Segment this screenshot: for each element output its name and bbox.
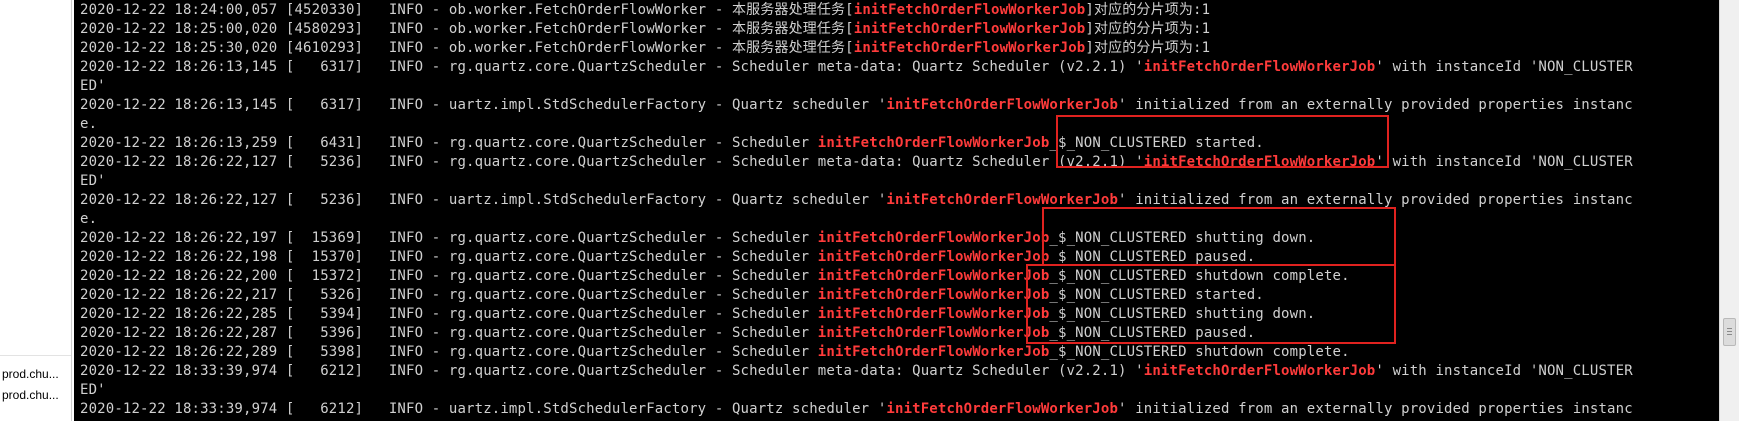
log-text: ' with instanceId 'NON_CLUSTER	[1375, 154, 1633, 170]
highlighted-job-name: initFetchOrderFlowWorkerJob	[853, 40, 1086, 56]
highlighted-job-name: initFetchOrderFlowWorkerJob	[1143, 59, 1376, 75]
log-text: ' initialized from an externally provide…	[1118, 401, 1633, 417]
log-text: e.	[80, 211, 98, 227]
log-text: _$_NON_CLUSTERED shutting down.	[1049, 306, 1316, 322]
log-text: 2020-12-22 18:24:00,057 [4520330] INFO -…	[80, 2, 854, 18]
log-text: _$_NON_CLUSTERED paused.	[1049, 249, 1256, 265]
log-text: 2020-12-22 18:26:13,145 [ 6317] INFO - r…	[80, 59, 1144, 75]
log-line: 2020-12-22 18:26:13,145 [ 6317] INFO - r…	[80, 58, 1715, 77]
log-text: 2020-12-22 18:26:22,127 [ 5236] INFO - r…	[80, 154, 1144, 170]
highlighted-job-name: initFetchOrderFlowWorkerJob	[817, 230, 1050, 246]
log-text: ' with instanceId 'NON_CLUSTER	[1375, 59, 1633, 75]
log-line: 2020-12-22 18:26:22,198 [ 15370] INFO - …	[80, 248, 1715, 267]
highlighted-job-name: initFetchOrderFlowWorkerJob	[853, 21, 1086, 37]
log-line: 2020-12-22 18:26:22,289 [ 5398] INFO - r…	[80, 343, 1715, 362]
log-text: 2020-12-22 18:26:22,200 [ 15372] INFO - …	[80, 268, 818, 284]
log-text: 2020-12-22 18:26:13,259 [ 6431] INFO - r…	[80, 135, 818, 151]
log-text: 2020-12-22 18:26:22,287 [ 5396] INFO - r…	[80, 325, 818, 341]
log-text: 2020-12-22 18:26:22,197 [ 15369] INFO - …	[80, 230, 818, 246]
log-line: 2020-12-22 18:26:22,287 [ 5396] INFO - r…	[80, 324, 1715, 343]
log-text: 2020-12-22 18:25:30,020 [4610293] INFO -…	[80, 40, 854, 56]
log-text: ED'	[80, 173, 106, 189]
highlighted-job-name: initFetchOrderFlowWorkerJob	[817, 249, 1050, 265]
highlighted-job-name: initFetchOrderFlowWorkerJob	[817, 344, 1050, 360]
log-line: 2020-12-22 18:25:00,020 [4580293] INFO -…	[80, 20, 1715, 39]
log-text: _$_NON_CLUSTERED shutdown complete.	[1049, 268, 1350, 284]
log-text: 2020-12-22 18:33:39,974 [ 6212] INFO - r…	[80, 363, 1144, 379]
log-line: ED'	[80, 381, 1715, 400]
highlighted-job-name: initFetchOrderFlowWorkerJob	[853, 2, 1086, 18]
log-text: _$_NON_CLUSTERED shutting down.	[1049, 230, 1316, 246]
session-item-prod-1[interactable]: prod.chu...	[0, 365, 71, 383]
log-text: _$_NON_CLUSTERED shutdown complete.	[1049, 344, 1350, 360]
log-text: e.	[80, 116, 98, 132]
log-text: 2020-12-22 18:26:22,127 [ 5236] INFO - u…	[80, 192, 887, 208]
log-line: e.	[80, 210, 1715, 229]
log-line: ED'	[80, 172, 1715, 191]
highlighted-job-name: initFetchOrderFlowWorkerJob	[817, 287, 1050, 303]
log-text: ' with instanceId 'NON_CLUSTER	[1375, 363, 1633, 379]
log-text: _$_NON_CLUSTERED paused.	[1049, 325, 1256, 341]
log-text: 2020-12-22 18:26:22,217 [ 5326] INFO - r…	[80, 287, 818, 303]
log-text: 2020-12-22 18:26:22,289 [ 5398] INFO - r…	[80, 344, 818, 360]
log-line: 2020-12-22 18:26:22,200 [ 15372] INFO - …	[80, 267, 1715, 286]
log-text: ED'	[80, 382, 106, 398]
highlighted-job-name: initFetchOrderFlowWorkerJob	[886, 192, 1119, 208]
log-text: _$_NON_CLUSTERED started.	[1049, 135, 1264, 151]
highlighted-job-name: initFetchOrderFlowWorkerJob	[886, 97, 1119, 113]
highlighted-job-name: initFetchOrderFlowWorkerJob	[817, 325, 1050, 341]
grip-line	[1727, 328, 1732, 329]
grip-line	[1727, 334, 1732, 335]
log-text: _$_NON_CLUSTERED started.	[1049, 287, 1264, 303]
grip-line	[1727, 331, 1732, 332]
highlighted-job-name: initFetchOrderFlowWorkerJob	[1143, 363, 1376, 379]
highlighted-job-name: initFetchOrderFlowWorkerJob	[817, 135, 1050, 151]
log-text: ED'	[80, 78, 106, 94]
log-text: ' initialized from an externally provide…	[1118, 192, 1633, 208]
log-line: 2020-12-22 18:26:22,217 [ 5326] INFO - r…	[80, 286, 1715, 305]
log-line: 2020-12-22 18:26:22,197 [ 15369] INFO - …	[80, 229, 1715, 248]
log-text: ]对应的分片项为:1	[1085, 21, 1211, 37]
log-line: 2020-12-22 18:33:39,974 [ 6212] INFO - r…	[80, 362, 1715, 381]
log-line: 2020-12-22 18:26:13,259 [ 6431] INFO - r…	[80, 134, 1715, 153]
highlighted-job-name: initFetchOrderFlowWorkerJob	[817, 268, 1050, 284]
log-line: 2020-12-22 18:26:13,145 [ 6317] INFO - u…	[80, 96, 1715, 115]
terminal-output[interactable]: 2020-12-22 18:24:00,057 [4520330] INFO -…	[74, 0, 1719, 421]
highlighted-job-name: initFetchOrderFlowWorkerJob	[886, 401, 1119, 417]
sidebar-divider	[0, 355, 71, 356]
log-line: 2020-12-22 18:26:22,285 [ 5394] INFO - r…	[80, 305, 1715, 324]
terminal-scrollbar[interactable]	[1719, 0, 1739, 421]
log-line: e.	[80, 115, 1715, 134]
log-line: 2020-12-22 18:26:22,127 [ 5236] INFO - r…	[80, 153, 1715, 172]
log-text: 2020-12-22 18:33:39,974 [ 6212] INFO - u…	[80, 401, 887, 417]
log-line: ED'	[80, 77, 1715, 96]
log-text: ]对应的分片项为:1	[1085, 2, 1211, 18]
scrollbar-thumb[interactable]	[1723, 318, 1736, 346]
ssh-client-window: prod.chu... prod.chu... 2020-12-22 18:24…	[0, 0, 1739, 421]
log-line: 2020-12-22 18:25:30,020 [4610293] INFO -…	[80, 39, 1715, 58]
session-item-label: prod.chu...	[2, 388, 59, 402]
log-line: 2020-12-22 18:24:00,057 [4520330] INFO -…	[80, 1, 1715, 20]
highlighted-job-name: initFetchOrderFlowWorkerJob	[1143, 154, 1376, 170]
log-text: 2020-12-22 18:26:22,285 [ 5394] INFO - r…	[80, 306, 818, 322]
session-sidebar: prod.chu... prod.chu...	[0, 0, 72, 421]
highlighted-job-name: initFetchOrderFlowWorkerJob	[817, 306, 1050, 322]
session-item-prod-2[interactable]: prod.chu...	[0, 386, 71, 404]
log-text: ]对应的分片项为:1	[1085, 40, 1211, 56]
log-text: ' initialized from an externally provide…	[1118, 97, 1633, 113]
log-lines: 2020-12-22 18:24:00,057 [4520330] INFO -…	[80, 1, 1715, 419]
log-text: 2020-12-22 18:25:00,020 [4580293] INFO -…	[80, 21, 854, 37]
log-line: 2020-12-22 18:26:22,127 [ 5236] INFO - u…	[80, 191, 1715, 210]
session-item-label: prod.chu...	[2, 367, 59, 381]
log-text: 2020-12-22 18:26:13,145 [ 6317] INFO - u…	[80, 97, 887, 113]
log-text: 2020-12-22 18:26:22,198 [ 15370] INFO - …	[80, 249, 818, 265]
log-line: 2020-12-22 18:33:39,974 [ 6212] INFO - u…	[80, 400, 1715, 419]
